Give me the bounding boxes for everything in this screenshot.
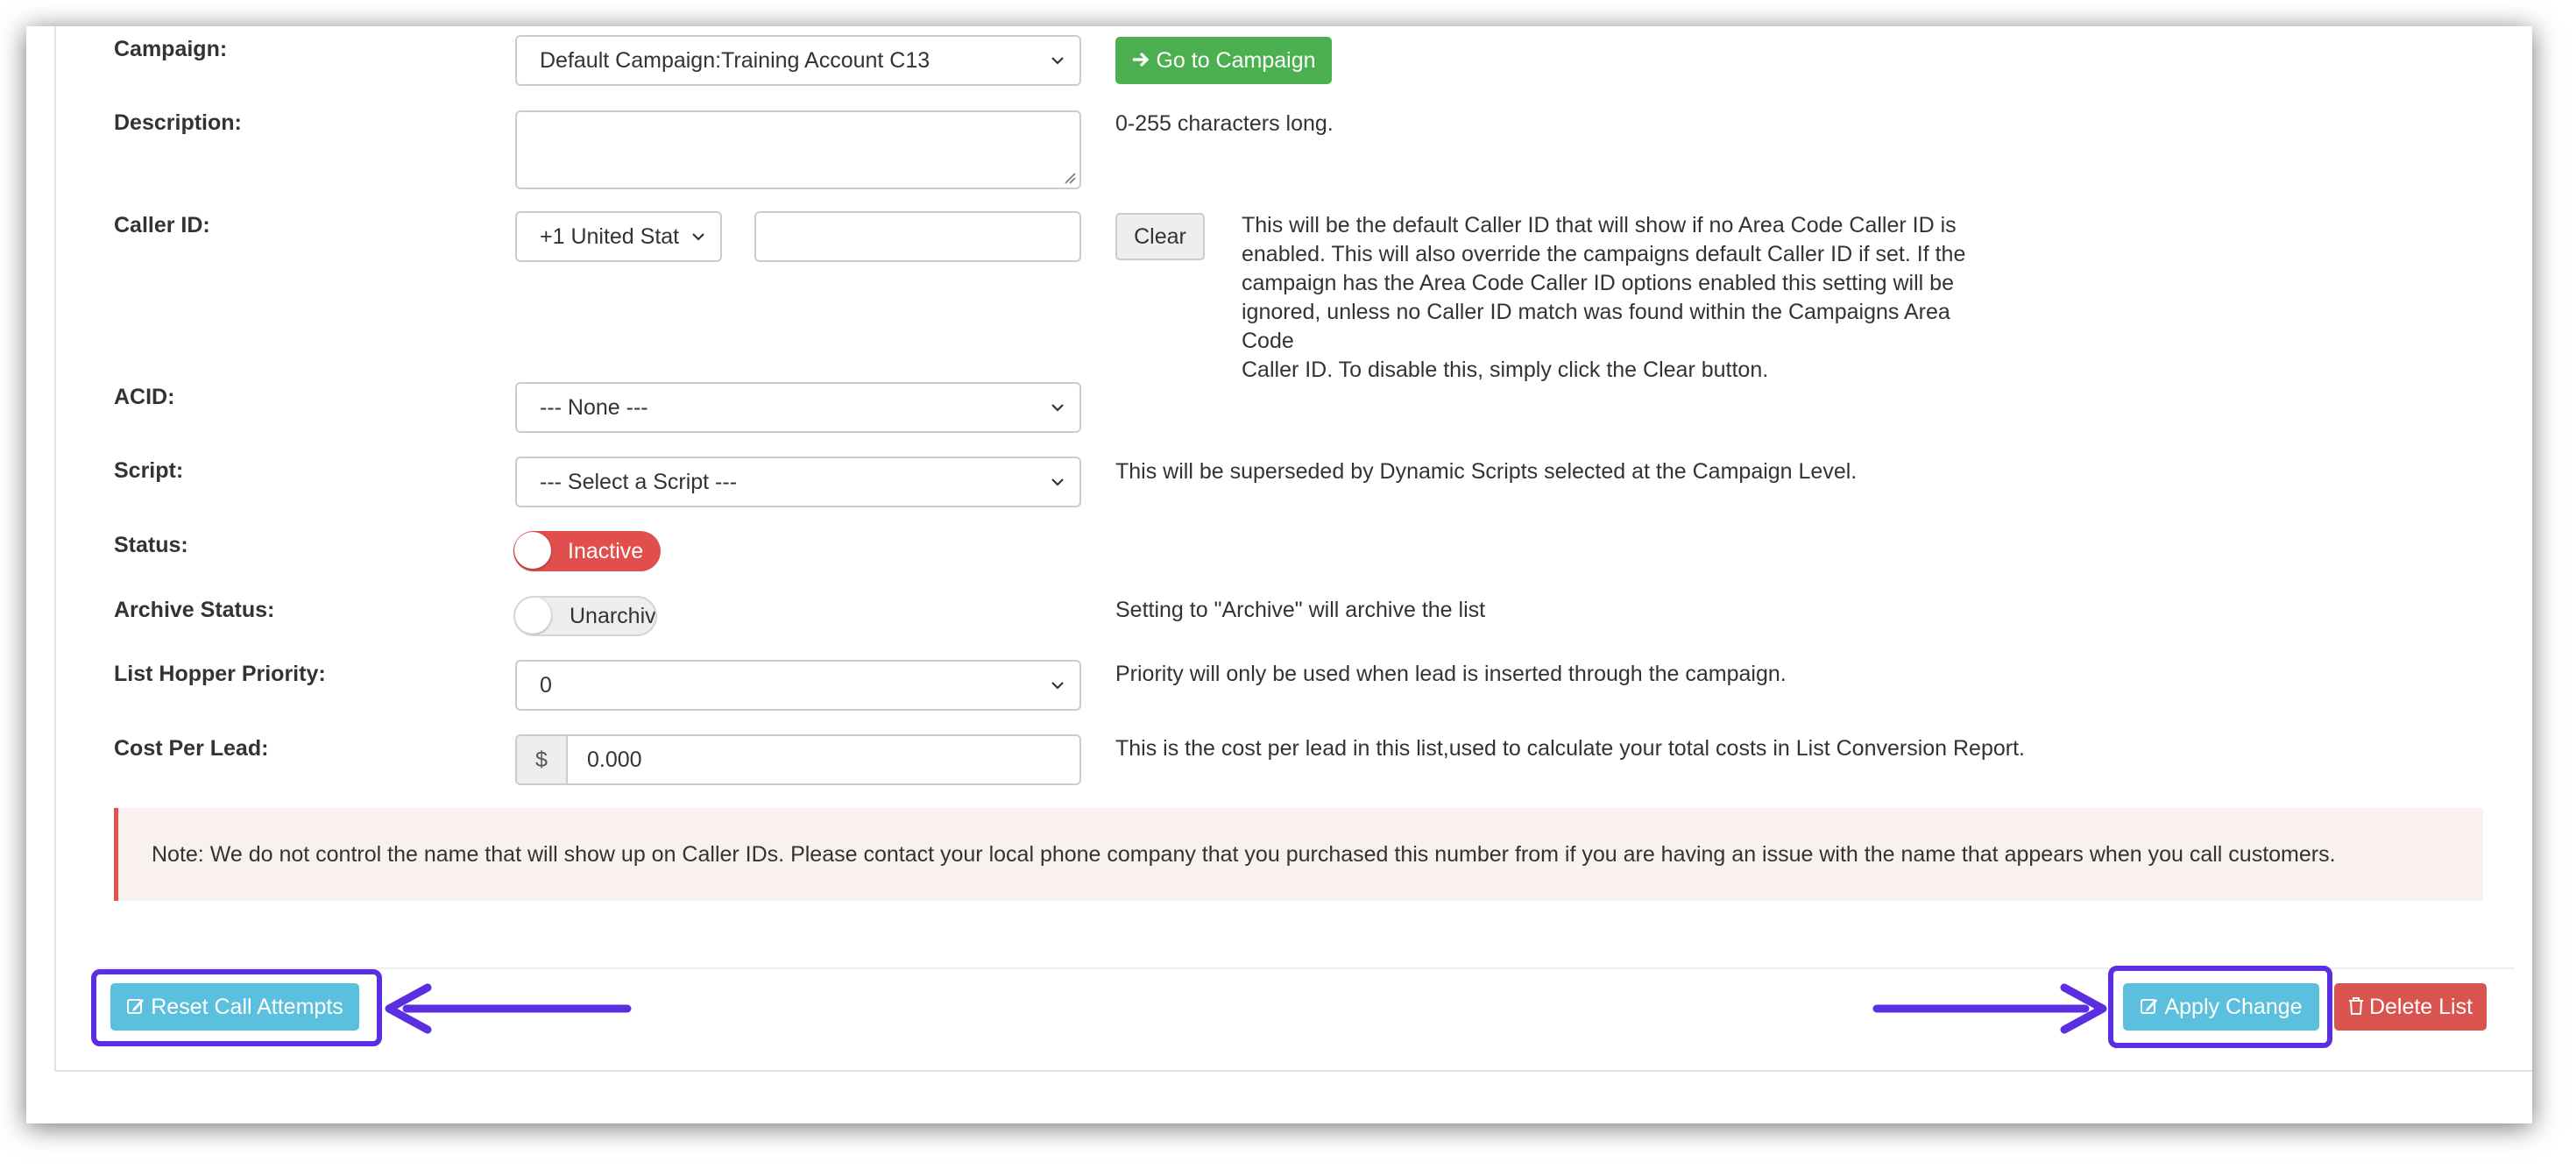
chevron-down-icon — [1051, 682, 1064, 690]
arrow-right-icon — [1872, 983, 2107, 1034]
delete-list-label: Delete List — [2368, 995, 2473, 1019]
status-toggle-text: Inactive — [568, 539, 644, 563]
chevron-down-icon — [1051, 404, 1064, 412]
script-help: This will be superseded by Dynamic Scrip… — [1115, 459, 1858, 484]
script-select-value: --- Select a Script --- — [540, 470, 738, 494]
caller-id-number-input[interactable] — [754, 211, 1081, 262]
chevron-down-icon — [692, 233, 704, 241]
status-toggle[interactable]: Inactive — [513, 531, 661, 571]
campaign-select[interactable]: Default Campaign:Training Account C13 — [515, 35, 1081, 86]
description-label: Description: — [114, 110, 242, 135]
go-to-campaign-label: Go to Campaign — [1156, 48, 1316, 73]
acid-select[interactable]: --- None --- — [515, 382, 1081, 433]
caller-id-help: This will be the default Caller ID that … — [1242, 213, 1966, 382]
chevron-down-icon — [1051, 478, 1064, 486]
caller-id-country-value: +1 United Stat — [540, 224, 680, 249]
acid-label: ACID: — [114, 385, 175, 409]
form-panel — [54, 26, 2532, 1072]
archive-status-toggle[interactable]: Unarchive — [513, 596, 657, 636]
delete-list-button[interactable]: Delete List — [2334, 983, 2487, 1031]
caller-id-note: Note: We do not control the name that wi… — [114, 808, 2483, 901]
list-hopper-priority-value: 0 — [540, 673, 552, 698]
script-select[interactable]: --- Select a Script --- — [515, 457, 1081, 507]
cost-per-lead-help: This is the cost per lead in this list,u… — [1115, 736, 2025, 761]
cost-per-lead-label: Cost Per Lead: — [114, 736, 269, 761]
chevron-down-icon — [1051, 57, 1064, 65]
caller-id-country-select[interactable]: +1 United Stat — [515, 211, 722, 262]
apply-button-highlight — [2108, 966, 2332, 1048]
campaign-label: Campaign: — [114, 37, 228, 61]
list-hopper-priority-select[interactable]: 0 — [515, 660, 1081, 711]
caller-id-label: Caller ID: — [114, 213, 210, 237]
status-label: Status: — [114, 533, 188, 557]
cost-per-lead-input[interactable]: 0.000 — [566, 734, 1081, 785]
list-hopper-priority-help: Priority will only be used when lead is … — [1115, 662, 1787, 686]
resize-grip-icon[interactable] — [1064, 172, 1076, 184]
list-hopper-priority-label: List Hopper Priority: — [114, 662, 326, 686]
arrow-left-icon — [385, 983, 632, 1034]
description-help: 0-255 characters long. — [1115, 111, 1334, 136]
clear-caller-id-button[interactable]: Clear — [1115, 213, 1205, 260]
archive-toggle-text: Unarchive — [570, 604, 656, 628]
reset-button-highlight — [91, 969, 382, 1046]
toggle-knob — [515, 598, 551, 634]
arrow-right-icon — [1133, 53, 1150, 67]
go-to-campaign-button[interactable]: Go to Campaign — [1115, 37, 1332, 84]
acid-select-value: --- None --- — [540, 395, 648, 420]
archive-status-label: Archive Status: — [114, 598, 275, 622]
campaign-select-value: Default Campaign:Training Account C13 — [540, 48, 931, 73]
script-label: Script: — [114, 458, 184, 483]
toggle-knob — [514, 532, 551, 569]
description-textarea[interactable] — [515, 110, 1081, 189]
currency-addon: $ — [515, 734, 566, 785]
archive-status-help: Setting to "Archive" will archive the li… — [1115, 598, 1486, 622]
trash-icon — [2348, 997, 2363, 1016]
